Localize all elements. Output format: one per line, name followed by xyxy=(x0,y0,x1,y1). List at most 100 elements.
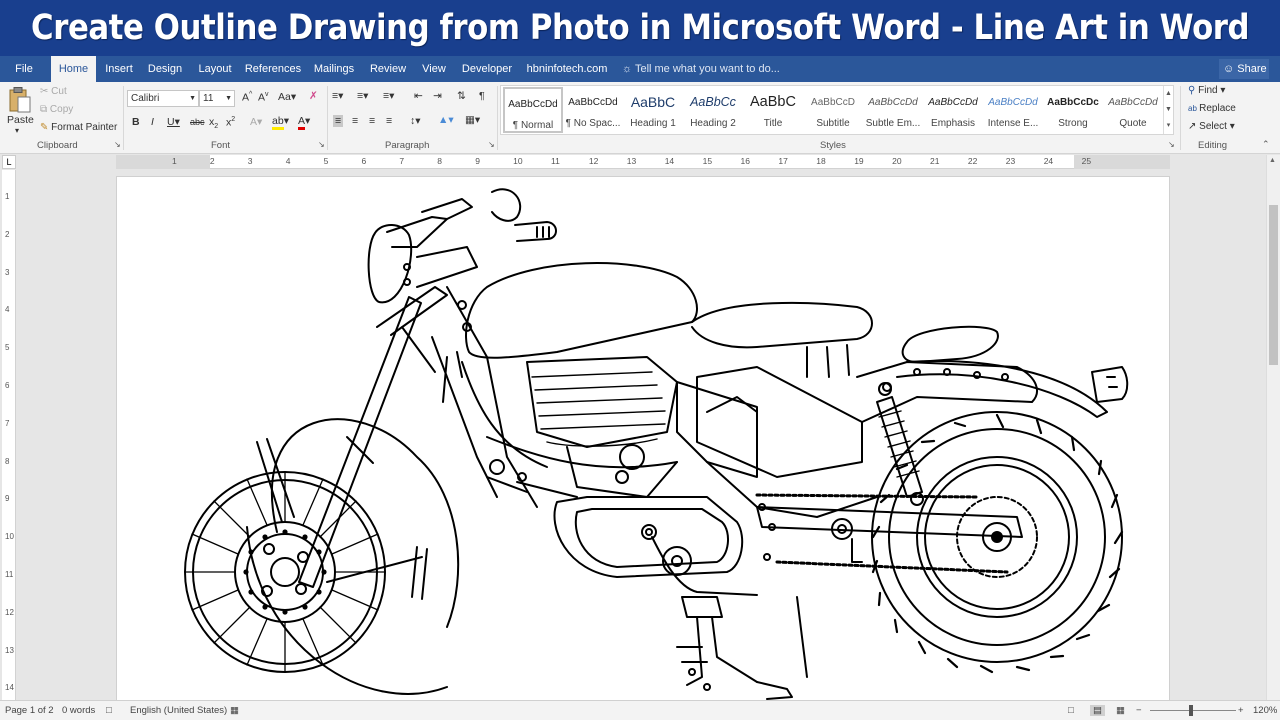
style-heading-1[interactable]: AaBbC Heading 1 xyxy=(623,87,683,133)
word-count[interactable]: 0 words xyxy=(62,705,95,716)
styles-scroll[interactable]: ▲ ▼ ▾ xyxy=(1163,86,1173,134)
style-normal[interactable]: AaBbCcDd ¶ Normal xyxy=(503,87,563,133)
paste-icon[interactable] xyxy=(9,87,31,113)
line-spacing-icon[interactable]: ↕▾ xyxy=(410,115,421,127)
underline-button[interactable]: U▾ xyxy=(167,116,180,128)
font-launcher-icon[interactable]: ↘ xyxy=(318,140,325,149)
tab-view[interactable]: View xyxy=(418,56,450,82)
decrease-indent-icon[interactable]: ⇤ xyxy=(414,90,423,102)
style-strong[interactable]: AaBbCcDc Strong xyxy=(1043,87,1103,133)
style-name: Heading 1 xyxy=(630,118,676,129)
pilcrow-icon[interactable]: ¶ xyxy=(479,90,485,102)
web-layout-icon[interactable]: ▦ xyxy=(1116,705,1125,716)
shrink-font-button[interactable]: Av xyxy=(258,91,269,104)
copy-button[interactable]: ⧉ Copy xyxy=(40,104,73,115)
style-preview: AaBbCcDd xyxy=(868,97,918,108)
tab-references[interactable]: References xyxy=(244,56,302,82)
strikethrough-button[interactable]: abc xyxy=(190,117,205,127)
divider xyxy=(497,86,498,150)
style-subtitle[interactable]: AaBbCcD Subtitle xyxy=(803,87,863,133)
print-layout-icon[interactable]: ▤ xyxy=(1090,705,1105,716)
paste-dropdown-icon[interactable]: ▾ xyxy=(15,126,19,135)
bold-button[interactable]: B xyxy=(132,116,140,128)
text-effects-button[interactable]: A▾ xyxy=(250,116,262,128)
tab-developer[interactable]: Developer xyxy=(458,56,516,82)
format-painter-button[interactable]: ✎ Format Painter xyxy=(40,122,117,133)
zoom-in-icon[interactable]: + xyxy=(1238,705,1244,716)
find-button[interactable]: ⚲ Find ▾ xyxy=(1188,85,1225,96)
style-emphasis[interactable]: AaBbCcDd Emphasis xyxy=(923,87,983,133)
paragraph-launcher-icon[interactable]: ↘ xyxy=(488,140,495,149)
style-subtle-emphasis[interactable]: AaBbCcDd Subtle Em... xyxy=(863,87,923,133)
tab-file[interactable]: File xyxy=(6,56,42,82)
page-count[interactable]: Page 1 of 2 xyxy=(5,705,54,716)
font-name-box[interactable]: Calibri ▼ xyxy=(127,90,199,107)
zoom-level[interactable]: 120% xyxy=(1253,705,1277,716)
align-right-icon[interactable]: ≡ xyxy=(369,115,375,127)
tab-home[interactable]: Home xyxy=(51,56,96,82)
align-center-icon[interactable]: ≡ xyxy=(352,115,358,127)
tab-hbninfotech[interactable]: hbninfotech.com xyxy=(524,56,610,82)
style-intense-emphasis[interactable]: AaBbCcDd Intense E... xyxy=(983,87,1043,133)
vruler-tick-label: 1 xyxy=(5,192,10,201)
vertical-scrollbar[interactable]: ▲ xyxy=(1266,155,1280,700)
style-quote[interactable]: AaBbCcDd Quote xyxy=(1103,87,1163,133)
tab-design[interactable]: Design xyxy=(144,56,186,82)
increase-indent-icon[interactable]: ⇥ xyxy=(433,90,442,102)
scroll-up-icon[interactable]: ▲ xyxy=(1269,157,1276,164)
ruler-tick-label: 17 xyxy=(778,156,788,166)
motorcycle-line-art[interactable] xyxy=(117,177,1171,700)
styles-gallery: AaBbCcDd ¶ Normal AaBbCcDd ¶ No Spac... … xyxy=(500,85,1174,135)
tab-layout[interactable]: Layout xyxy=(194,56,236,82)
multilevel-list-icon[interactable]: ≡▾ xyxy=(383,90,394,102)
zoom-slider-thumb[interactable] xyxy=(1189,705,1193,716)
tab-insert[interactable]: Insert xyxy=(100,56,138,82)
sort-icon[interactable]: ⇅ xyxy=(457,90,466,102)
change-case-button[interactable]: Aa▾ xyxy=(278,91,296,103)
proofing-icon[interactable]: □ xyxy=(106,705,112,716)
font-size-box[interactable]: 11 ▼ xyxy=(199,90,235,107)
italic-button[interactable]: I xyxy=(151,116,154,128)
vruler-tick-label: 5 xyxy=(5,343,10,353)
numbering-icon[interactable]: ≡▾ xyxy=(357,90,368,102)
justify-icon[interactable]: ≡ xyxy=(386,115,392,127)
style-preview: AaBbCcDd xyxy=(988,97,1038,108)
seat xyxy=(691,301,999,378)
select-button[interactable]: ↗ Select ▾ xyxy=(1188,121,1235,132)
horizontal-ruler[interactable]: 1 2 3 4 5 6 7 8 9 10 11 12 13 14 15 16 17 18 19 20 21 22 23 24 2… xyxy=(116,155,1170,169)
language[interactable]: English (United States) xyxy=(130,705,227,716)
style-heading-2[interactable]: AaBbCc Heading 2 xyxy=(683,87,743,133)
collapse-ribbon-icon[interactable]: ⌃ xyxy=(1262,139,1270,150)
share-button[interactable]: ☺ Share xyxy=(1219,59,1269,79)
font-color-button[interactable]: A▾ xyxy=(298,115,310,130)
clipboard-launcher-icon[interactable]: ↘ xyxy=(114,140,121,149)
subscript-button[interactable]: x2 xyxy=(209,116,218,130)
vertical-ruler[interactable]: 1 2 3 4 5 6 7 8 9 10 11 12 13 14 xyxy=(2,170,16,700)
superscript-button[interactable]: x2 xyxy=(226,116,235,129)
clipboard-group-label: Clipboard xyxy=(37,140,78,151)
replace-button[interactable]: ab Replace xyxy=(1188,103,1236,114)
zoom-out-icon[interactable]: − xyxy=(1136,705,1142,716)
tab-selector[interactable]: L xyxy=(2,155,16,169)
scroll-thumb[interactable] xyxy=(1269,205,1278,365)
document-page[interactable] xyxy=(116,176,1170,700)
shading-icon[interactable]: ▲▾ xyxy=(438,114,454,126)
cut-button[interactable]: ✂ Cut xyxy=(40,86,67,97)
borders-icon[interactable]: ▦▾ xyxy=(465,114,480,126)
paste-button[interactable]: Paste xyxy=(7,114,34,126)
style-no-spacing[interactable]: AaBbCcDd ¶ No Spac... xyxy=(563,87,623,133)
align-left-icon[interactable]: ≡ xyxy=(333,115,344,127)
ribbon-tab-bar: File Home Insert Design Layout Reference… xyxy=(0,56,1280,82)
highlight-color-button[interactable]: ab▾ xyxy=(272,115,289,130)
macro-icon[interactable]: ▦ xyxy=(230,705,239,716)
grow-font-button[interactable]: A^ xyxy=(242,91,252,104)
tell-me-box[interactable]: ☼ Tell me what you want to do... xyxy=(622,56,780,82)
tab-review[interactable]: Review xyxy=(366,56,410,82)
tab-mailings[interactable]: Mailings xyxy=(310,56,358,82)
zoom-slider[interactable] xyxy=(1150,710,1236,711)
bullets-icon[interactable]: ≡▾ xyxy=(332,90,343,102)
read-mode-icon[interactable]: □ xyxy=(1068,705,1074,716)
style-title[interactable]: AaBbC Title xyxy=(743,87,803,133)
styles-launcher-icon[interactable]: ↘ xyxy=(1168,140,1175,149)
clear-formatting-icon[interactable]: ✗ xyxy=(309,90,318,102)
